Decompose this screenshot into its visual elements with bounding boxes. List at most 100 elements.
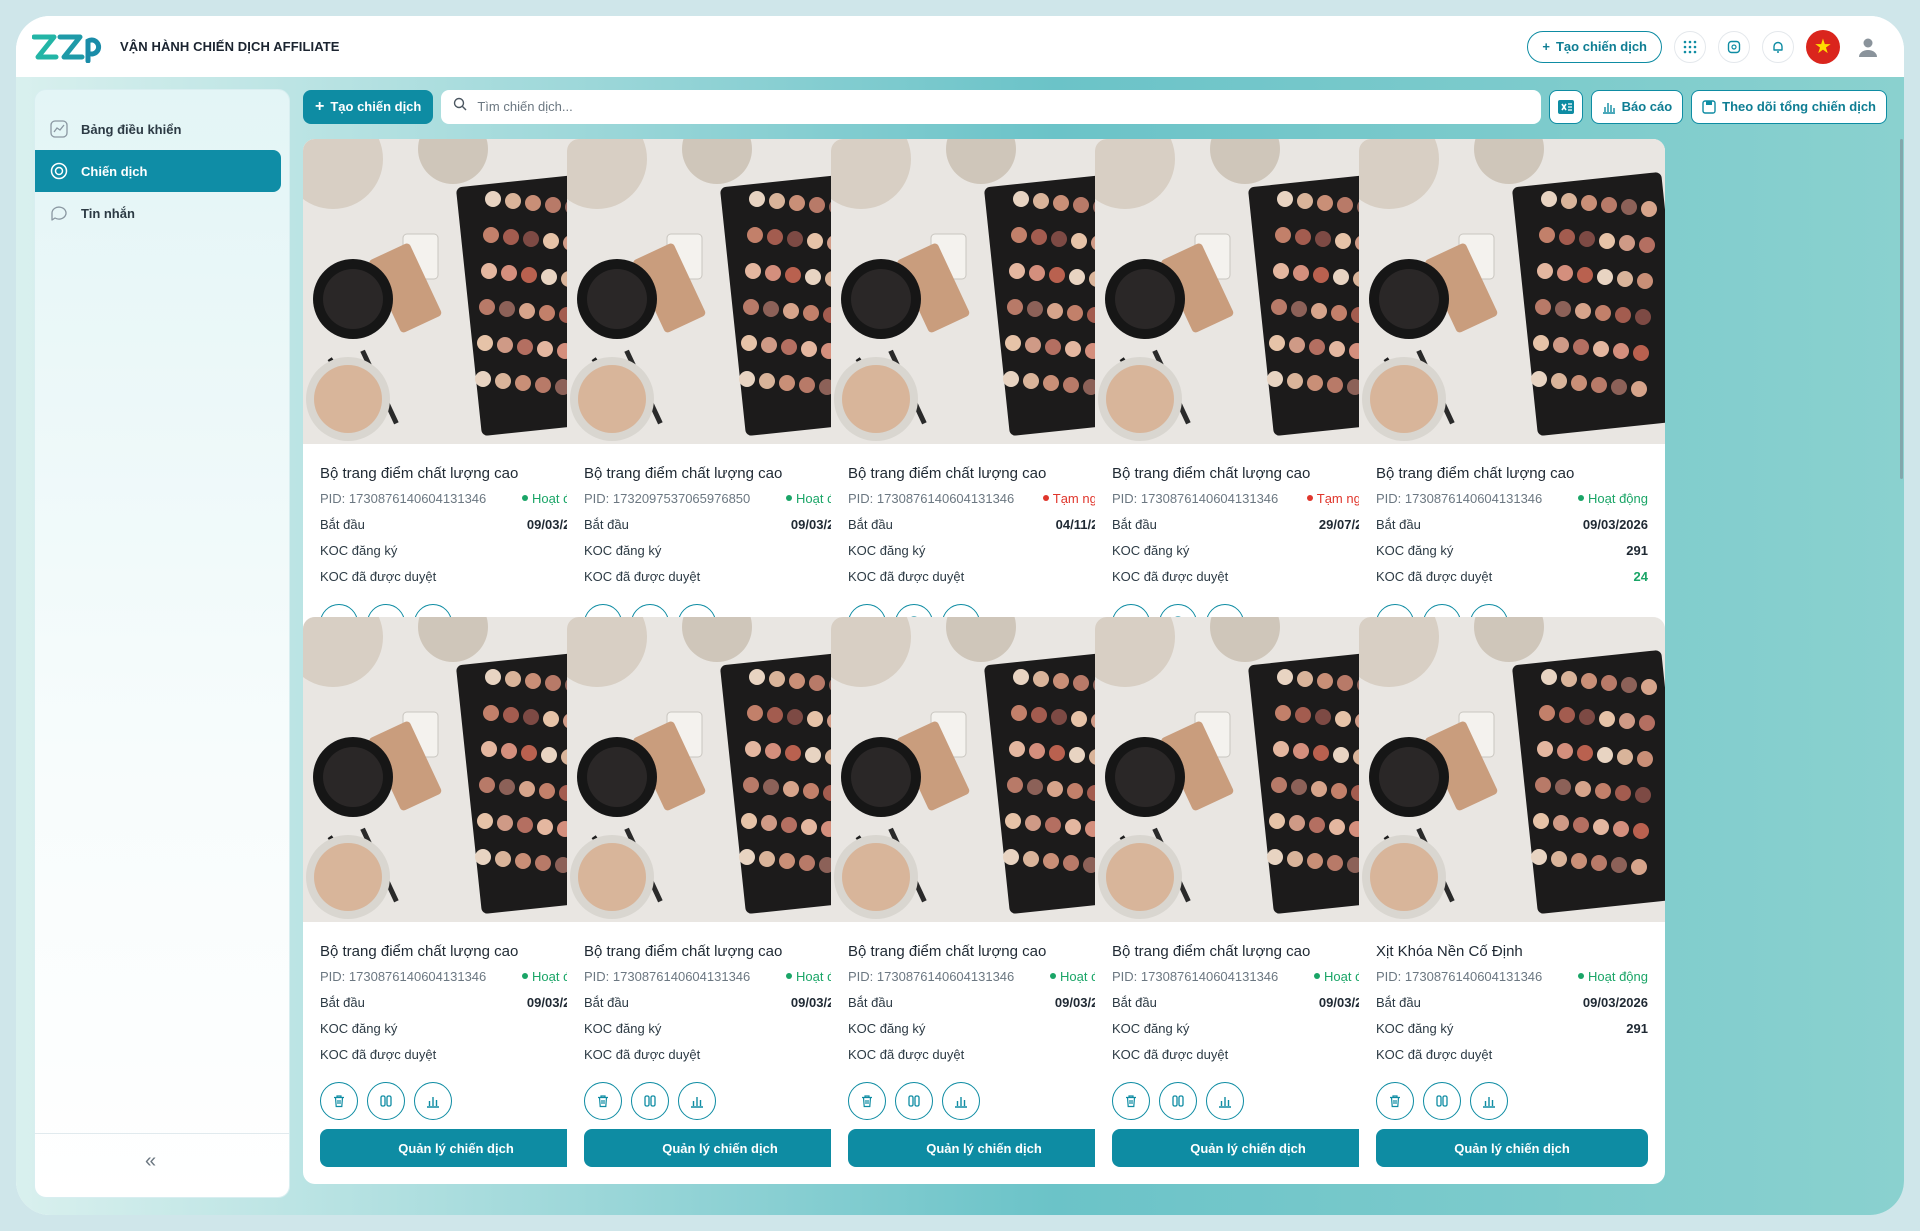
koc-registered-label: KOC đăng ký [848, 1020, 926, 1036]
manage-campaign-button[interactable]: Quản lý chiến dịch [848, 1129, 1120, 1167]
trash-icon [1126, 1095, 1136, 1108]
chat-icon[interactable] [1718, 30, 1750, 63]
campaign-thumbnail[interactable] [831, 139, 1137, 444]
stats-button[interactable] [414, 1082, 452, 1120]
message-icon [49, 203, 69, 223]
vietnam-flag-icon[interactable]: ★ [1806, 29, 1840, 64]
koc-registered-label: KOC đăng ký [584, 1020, 662, 1036]
toggle-status-button[interactable] [367, 1082, 405, 1120]
campaign-pid: PID: 1730876140604131346 [320, 490, 487, 506]
app-logo[interactable] [32, 31, 102, 63]
campaign-card[interactable]: Bộ trang điểm chất lượng cao PID: 173087… [303, 617, 609, 1184]
campaign-pid: PID: 1730876140604131346 [1376, 490, 1543, 506]
campaign-thumbnail[interactable] [1359, 617, 1665, 922]
campaign-thumbnail[interactable] [1095, 617, 1401, 922]
pause-icon [1435, 1094, 1449, 1108]
manage-campaign-button[interactable]: Quản lý chiến dịch [1112, 1129, 1384, 1167]
campaign-card[interactable]: Bộ trang điểm chất lượng cao PID: 173087… [1095, 617, 1401, 1184]
user-avatar-icon[interactable] [1852, 31, 1884, 63]
manage-campaign-button[interactable]: Quản lý chiến dịch [320, 1129, 592, 1167]
campaign-thumbnail[interactable] [567, 617, 873, 922]
campaign-card[interactable]: Bộ trang điểm chất lượng cao PID: 173087… [831, 617, 1137, 1184]
delete-button[interactable] [320, 1082, 358, 1120]
search-input[interactable] [477, 99, 1529, 114]
koc-approved-value: 24 [1633, 568, 1648, 584]
status-dot [1050, 973, 1056, 979]
search-bar [441, 89, 1541, 124]
campaign-card[interactable]: Xịt Khóa Nền Cố Định PID: 17308761406041… [1359, 617, 1665, 1184]
create-campaign-button[interactable]: + Tạo chiến dịch [303, 89, 434, 124]
campaign-title: Bộ trang điểm chất lượng cao [320, 943, 519, 960]
track-all-campaigns-button[interactable]: Theo dõi tổng chiến dịch [1691, 89, 1887, 124]
koc-approved-label: KOC đã được duyệt [320, 1046, 437, 1062]
campaign-thumbnail[interactable] [567, 139, 873, 444]
status-dot [1042, 495, 1049, 501]
delete-button[interactable] [1112, 1082, 1150, 1120]
plus-icon: + [315, 97, 325, 115]
excel-export-button[interactable] [1548, 89, 1583, 124]
track-all-label: Theo dõi tổng chiến dịch [1722, 99, 1876, 114]
campaign-thumbnail[interactable] [1359, 139, 1665, 444]
campaign-card[interactable]: Bộ trang điểm chất lượng cao PID: 173087… [567, 617, 873, 1184]
start-date-label: Bắt đầu [320, 516, 365, 532]
koc-approved-label: KOC đã được duyệt [848, 568, 965, 584]
bar-chart-icon [955, 1097, 967, 1108]
sidebar-item-messages[interactable]: Tin nhắn [35, 192, 281, 234]
trash-icon [598, 1095, 608, 1108]
card-actions [1112, 1082, 1244, 1120]
trash-icon [862, 1095, 872, 1108]
campaign-thumbnail[interactable] [303, 139, 609, 444]
status-label: Hoạt động [1588, 490, 1648, 506]
header-create-campaign-button[interactable]: + Tạo chiến dịch [1527, 30, 1662, 63]
manage-campaign-button[interactable]: Quản lý chiến dịch [1376, 1129, 1648, 1167]
sidebar-item-dashboard[interactable]: Bảng điều khiển [35, 108, 281, 150]
koc-approved-label: KOC đã được duyệt [1112, 1046, 1229, 1062]
start-date-label: Bắt đầu [848, 994, 893, 1010]
status-dot [1578, 495, 1584, 501]
sidebar-item-campaigns[interactable]: Chiến dịch [35, 150, 281, 192]
campaign-title: Xịt Khóa Nền Cố Định [1376, 943, 1523, 960]
toggle-status-button[interactable] [1423, 1082, 1461, 1120]
delete-button[interactable] [848, 1082, 886, 1120]
report-button[interactable]: Báo cáo [1590, 89, 1684, 124]
card-actions [320, 1082, 452, 1120]
campaign-pid: PID: 1730876140604131346 [848, 490, 1015, 506]
collapse-sidebar-icon[interactable]: « [145, 1150, 156, 1173]
stats-button[interactable] [678, 1082, 716, 1120]
chart-icon [49, 119, 69, 139]
campaign-title: Bộ trang điểm chất lượng cao [848, 465, 1047, 482]
campaign-thumbnail[interactable] [831, 617, 1137, 922]
campaign-title: Bộ trang điểm chất lượng cao [320, 465, 519, 482]
status-dot [522, 495, 528, 501]
koc-approved-label: KOC đã được duyệt [584, 1046, 701, 1062]
campaign-title: Bộ trang điểm chất lượng cao [1112, 943, 1311, 960]
campaign-thumbnail[interactable] [303, 617, 609, 922]
toggle-status-button[interactable] [631, 1082, 669, 1120]
start-date-label: Bắt đầu [1376, 994, 1421, 1010]
koc-registered-label: KOC đăng ký [1112, 542, 1190, 558]
pause-icon [379, 1094, 393, 1108]
sidebar: Bảng điều khiển Chiến dịch Tin nhắn « [34, 89, 290, 1198]
toggle-status-button[interactable] [1159, 1082, 1197, 1120]
bar-chart-icon [427, 1097, 439, 1108]
koc-registered-label: KOC đăng ký [584, 542, 662, 558]
campaign-thumbnail[interactable] [1095, 139, 1401, 444]
toggle-status-button[interactable] [895, 1082, 933, 1120]
trash-icon [1390, 1095, 1400, 1108]
koc-approved-label: KOC đã được duyệt [1376, 1046, 1493, 1062]
start-date-label: Bắt đầu [1376, 516, 1421, 532]
manage-campaign-button[interactable]: Quản lý chiến dịch [584, 1129, 856, 1167]
start-date-label: Bắt đầu [1112, 994, 1157, 1010]
bar-chart-icon [1483, 1097, 1495, 1108]
stats-button[interactable] [1470, 1082, 1508, 1120]
status-label: Hoạt động [1588, 968, 1648, 984]
delete-button[interactable] [584, 1082, 622, 1120]
scrollbar[interactable] [1900, 139, 1903, 479]
stats-button[interactable] [942, 1082, 980, 1120]
stats-button[interactable] [1206, 1082, 1244, 1120]
status-dot [786, 973, 792, 979]
sidebar-item-label: Bảng điều khiển [81, 121, 182, 137]
bell-icon[interactable] [1762, 30, 1794, 63]
delete-button[interactable] [1376, 1082, 1414, 1120]
apps-grid-icon[interactable] [1674, 30, 1706, 63]
